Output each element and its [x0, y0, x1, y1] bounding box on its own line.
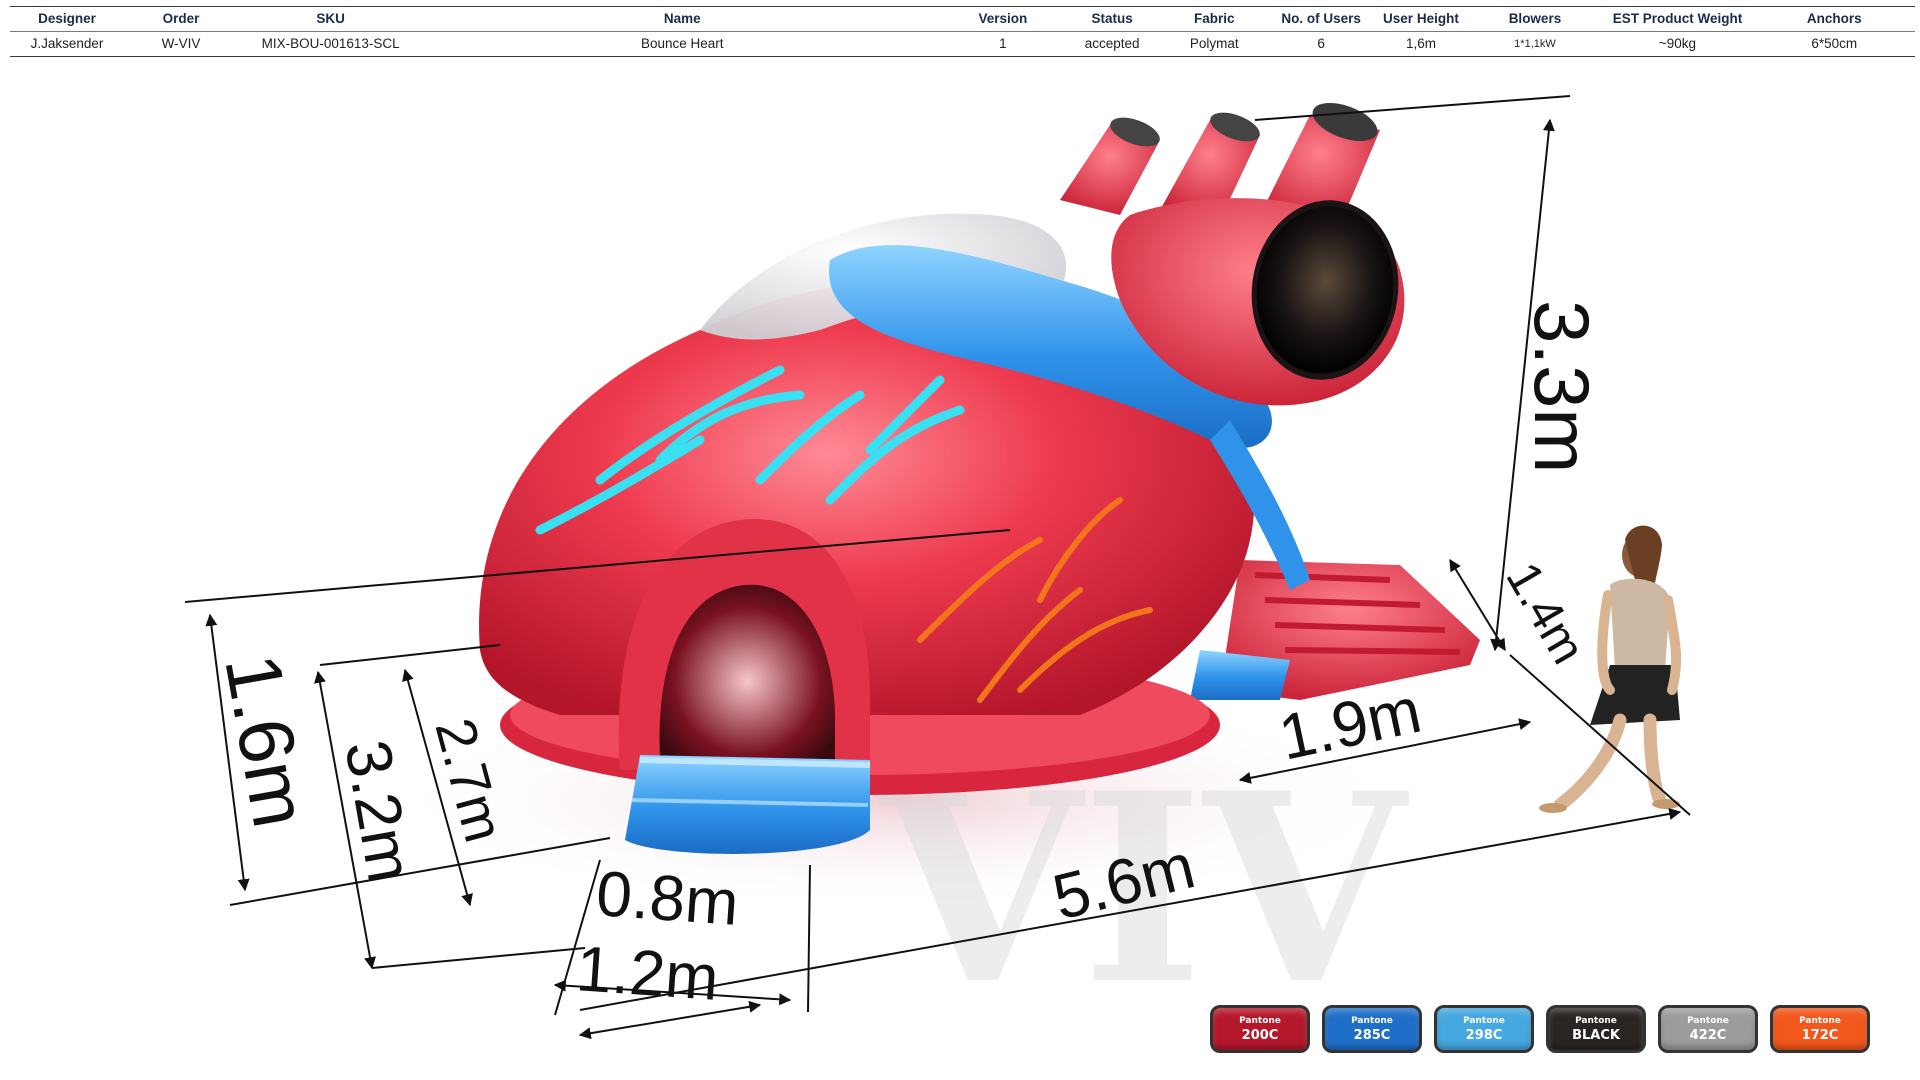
header-users: No. of Users — [1281, 11, 1361, 26]
swatch-brand-label: Pantone — [1239, 1015, 1281, 1026]
spec-data-row: J.Jaksender W-VIV MIX-BOU-001613-SCL Bou… — [10, 32, 1915, 56]
swatch-code-label: 200C — [1241, 1027, 1279, 1043]
dim-person-height: 1.6m — [208, 648, 325, 834]
header-status: Status — [1091, 11, 1133, 26]
dim-width-total: 3.2m — [331, 735, 427, 888]
cell-anchors: 6*50cm — [1811, 36, 1858, 51]
cell-blowers: 1*1,1kW — [1514, 38, 1556, 50]
spec-table: Designer Order SKU Name Version Status F… — [10, 6, 1915, 57]
pantone-swatch-black: Pantone BLACK — [1546, 1005, 1646, 1053]
cell-fabric: Polymat — [1189, 36, 1239, 51]
swatch-code-label: 422C — [1689, 1027, 1727, 1043]
swatch-code-label: 172C — [1801, 1027, 1839, 1043]
swatch-code-label: BLACK — [1572, 1027, 1620, 1043]
header-order: Order — [162, 11, 200, 26]
color-swatches: Pantone 200C Pantone 285C Pantone 298C Pantone… — [1210, 1005, 1870, 1053]
dim-height-total: 3.3m — [1518, 300, 1606, 473]
cell-version: 1 — [999, 36, 1007, 51]
render-illustration: VIV 3.3m 1.4m 1.9m 5.6m 1.6m 3.2m 2.7m 0… — [184, 95, 1691, 1042]
header-name: Name — [663, 11, 701, 26]
cell-user-height: 1,6m — [1405, 36, 1436, 51]
pantone-swatch-422c: Pantone 422C — [1658, 1005, 1758, 1053]
header-blowers: Blowers — [1508, 11, 1562, 26]
cell-sku: MIX-BOU-001613-SCL — [261, 36, 400, 51]
header-weight: EST Product Weight — [1612, 11, 1743, 26]
header-user-height: User Height — [1383, 11, 1459, 26]
person-figure — [1539, 525, 1682, 813]
swatch-brand-label: Pantone — [1799, 1015, 1841, 1026]
swatch-code-label: 298C — [1465, 1027, 1503, 1043]
swatch-brand-label: Pantone — [1575, 1015, 1617, 1026]
pantone-swatch-298c: Pantone 298C — [1434, 1005, 1534, 1053]
cell-weight: ~90kg — [1658, 36, 1697, 51]
dim-entrance-inner: 0.8m — [594, 857, 741, 939]
swatch-brand-label: Pantone — [1463, 1015, 1505, 1026]
pantone-swatch-285c: Pantone 285C — [1322, 1005, 1422, 1053]
cell-name: Bounce Heart — [640, 36, 724, 51]
header-anchors: Anchors — [1806, 11, 1862, 26]
product-render: VIV 3.3m 1.4m 1.9m 5.6m 1.6m 3.2m 2.7m 0… — [0, 60, 1920, 1080]
cell-order: W-VIV — [161, 36, 201, 51]
header-sku: SKU — [316, 11, 345, 26]
header-version: Version — [978, 11, 1028, 26]
swatch-code-label: 285C — [1353, 1027, 1391, 1043]
pantone-swatch-172c: Pantone 172C — [1770, 1005, 1870, 1053]
header-designer: Designer — [38, 11, 96, 26]
spec-header-row: Designer Order SKU Name Version Status F… — [10, 7, 1915, 32]
dim-entrance-outer: 1.2m — [574, 932, 721, 1014]
header-fabric: Fabric — [1194, 11, 1235, 26]
cell-users: 6 — [1317, 36, 1325, 51]
swatch-brand-label: Pantone — [1687, 1015, 1729, 1026]
pantone-swatch-200c: Pantone 200C — [1210, 1005, 1310, 1053]
entrance-step — [625, 755, 871, 854]
swatch-brand-label: Pantone — [1351, 1015, 1393, 1026]
cell-status: accepted — [1084, 36, 1140, 51]
cell-designer: J.Jaksender — [30, 36, 104, 51]
